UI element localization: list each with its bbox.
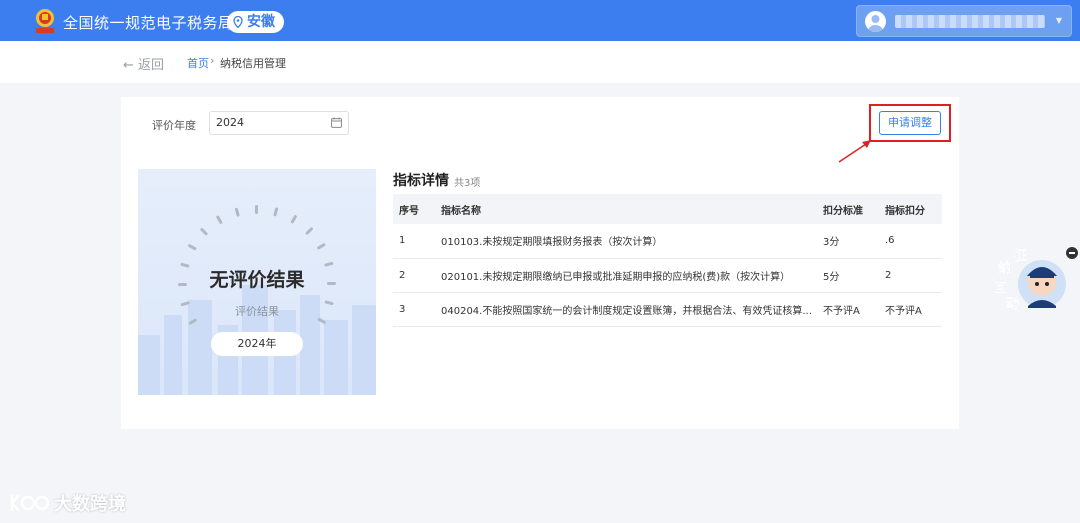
- tax-emblem-icon: [36, 9, 54, 33]
- cell-deduction: .6: [879, 224, 942, 259]
- widget-char-na: 纳: [998, 260, 1011, 276]
- widget-char-dong: 动: [1006, 297, 1019, 312]
- credit-card-panel: 评价年度 2024 申请调整 无评价结果 评价结果 2024年 指标详情 共3项…: [121, 97, 959, 429]
- result-panel: 无评价结果 评价结果 2024年: [138, 169, 376, 395]
- region-label: 安徽: [247, 14, 275, 30]
- col-header-standard: 扣分标准: [817, 194, 879, 224]
- result-subtitle: 评价结果: [235, 305, 279, 318]
- table-row[interactable]: 2 020101.未按规定期限缴纳已申报或批准延期申报的应纳税(费)款（按次计算…: [393, 258, 942, 293]
- widget-close-icon[interactable]: [1066, 247, 1078, 259]
- breadcrumb-separator: ›: [210, 54, 215, 67]
- cell-name: 020101.未按规定期限缴纳已申报或批准延期申报的应纳税(费)款（按次计算）: [435, 258, 817, 293]
- caret-down-icon: ▼: [1055, 16, 1062, 25]
- site-title[interactable]: 全国统一规范电子税务局: [63, 12, 234, 33]
- watermark-logo-icon: [10, 494, 50, 512]
- watermark-text: 大数跨境: [54, 494, 126, 515]
- top-bar: 全国统一规范电子税务局 安徽 ▼: [0, 0, 1080, 41]
- cell-standard: 5分: [817, 258, 879, 293]
- result-year-badge: 2024年: [211, 332, 303, 356]
- user-name-masked: [895, 15, 1045, 28]
- breadcrumb-current: 纳税信用管理: [220, 57, 286, 70]
- cell-standard: 不予评A: [817, 292, 879, 327]
- widget-char-hu: 互: [994, 281, 1007, 296]
- widget-char-zheng: 征: [1014, 248, 1027, 264]
- col-header-index: 序号: [393, 194, 435, 224]
- calendar-icon: [331, 117, 342, 128]
- cell-name: 040204.不能按照国家统一的会计制度规定设置账簿，并根据合法、有效凭证核算.…: [435, 292, 817, 327]
- details-title: 指标详情: [393, 173, 449, 189]
- year-picker[interactable]: 2024: [209, 111, 349, 135]
- annotation-arrow-icon: [838, 140, 871, 163]
- cell-index: 2: [393, 258, 435, 293]
- cell-standard: 3分: [817, 224, 879, 259]
- details-count: 共3项: [454, 178, 481, 189]
- cell-name: 010103.未按规定期限填报财务报表（按次计算）: [435, 224, 817, 259]
- table-header-row: 序号 指标名称 扣分标准 指标扣分: [393, 194, 942, 224]
- breadcrumb-home-link[interactable]: 首页: [187, 55, 209, 71]
- result-title: 无评价结果: [209, 269, 305, 291]
- region-selector[interactable]: 安徽: [227, 11, 284, 33]
- user-icon: [868, 15, 883, 32]
- cell-index: 1: [393, 224, 435, 259]
- col-header-name: 指标名称: [435, 194, 817, 224]
- year-value: 2024: [216, 116, 244, 129]
- year-label: 评价年度: [152, 119, 196, 132]
- cell-index: 3: [393, 292, 435, 327]
- apply-adjust-button[interactable]: 申请调整: [879, 111, 941, 135]
- back-button[interactable]: ← 返回: [123, 54, 164, 73]
- col-header-deduction: 指标扣分: [879, 194, 942, 224]
- assistant-widget[interactable]: 征 纳 互 动: [990, 246, 1072, 316]
- indicator-table: 序号 指标名称 扣分标准 指标扣分 1 010103.未按规定期限填报财务报表（…: [393, 194, 942, 327]
- location-pin-icon: [233, 16, 243, 28]
- cell-deduction: 不予评A: [879, 292, 942, 327]
- cell-deduction: 2: [879, 258, 942, 293]
- table-row[interactable]: 3 040204.不能按照国家统一的会计制度规定设置账簿，并根据合法、有效凭证核…: [393, 292, 942, 327]
- watermark: 大数跨境: [8, 490, 126, 516]
- breadcrumb-bar: ← 返回 首页 › 纳税信用管理: [0, 41, 1080, 83]
- user-menu[interactable]: ▼: [856, 5, 1072, 37]
- avatar: [865, 11, 886, 32]
- table-row[interactable]: 1 010103.未按规定期限填报财务报表（按次计算） 3分 .6: [393, 224, 942, 259]
